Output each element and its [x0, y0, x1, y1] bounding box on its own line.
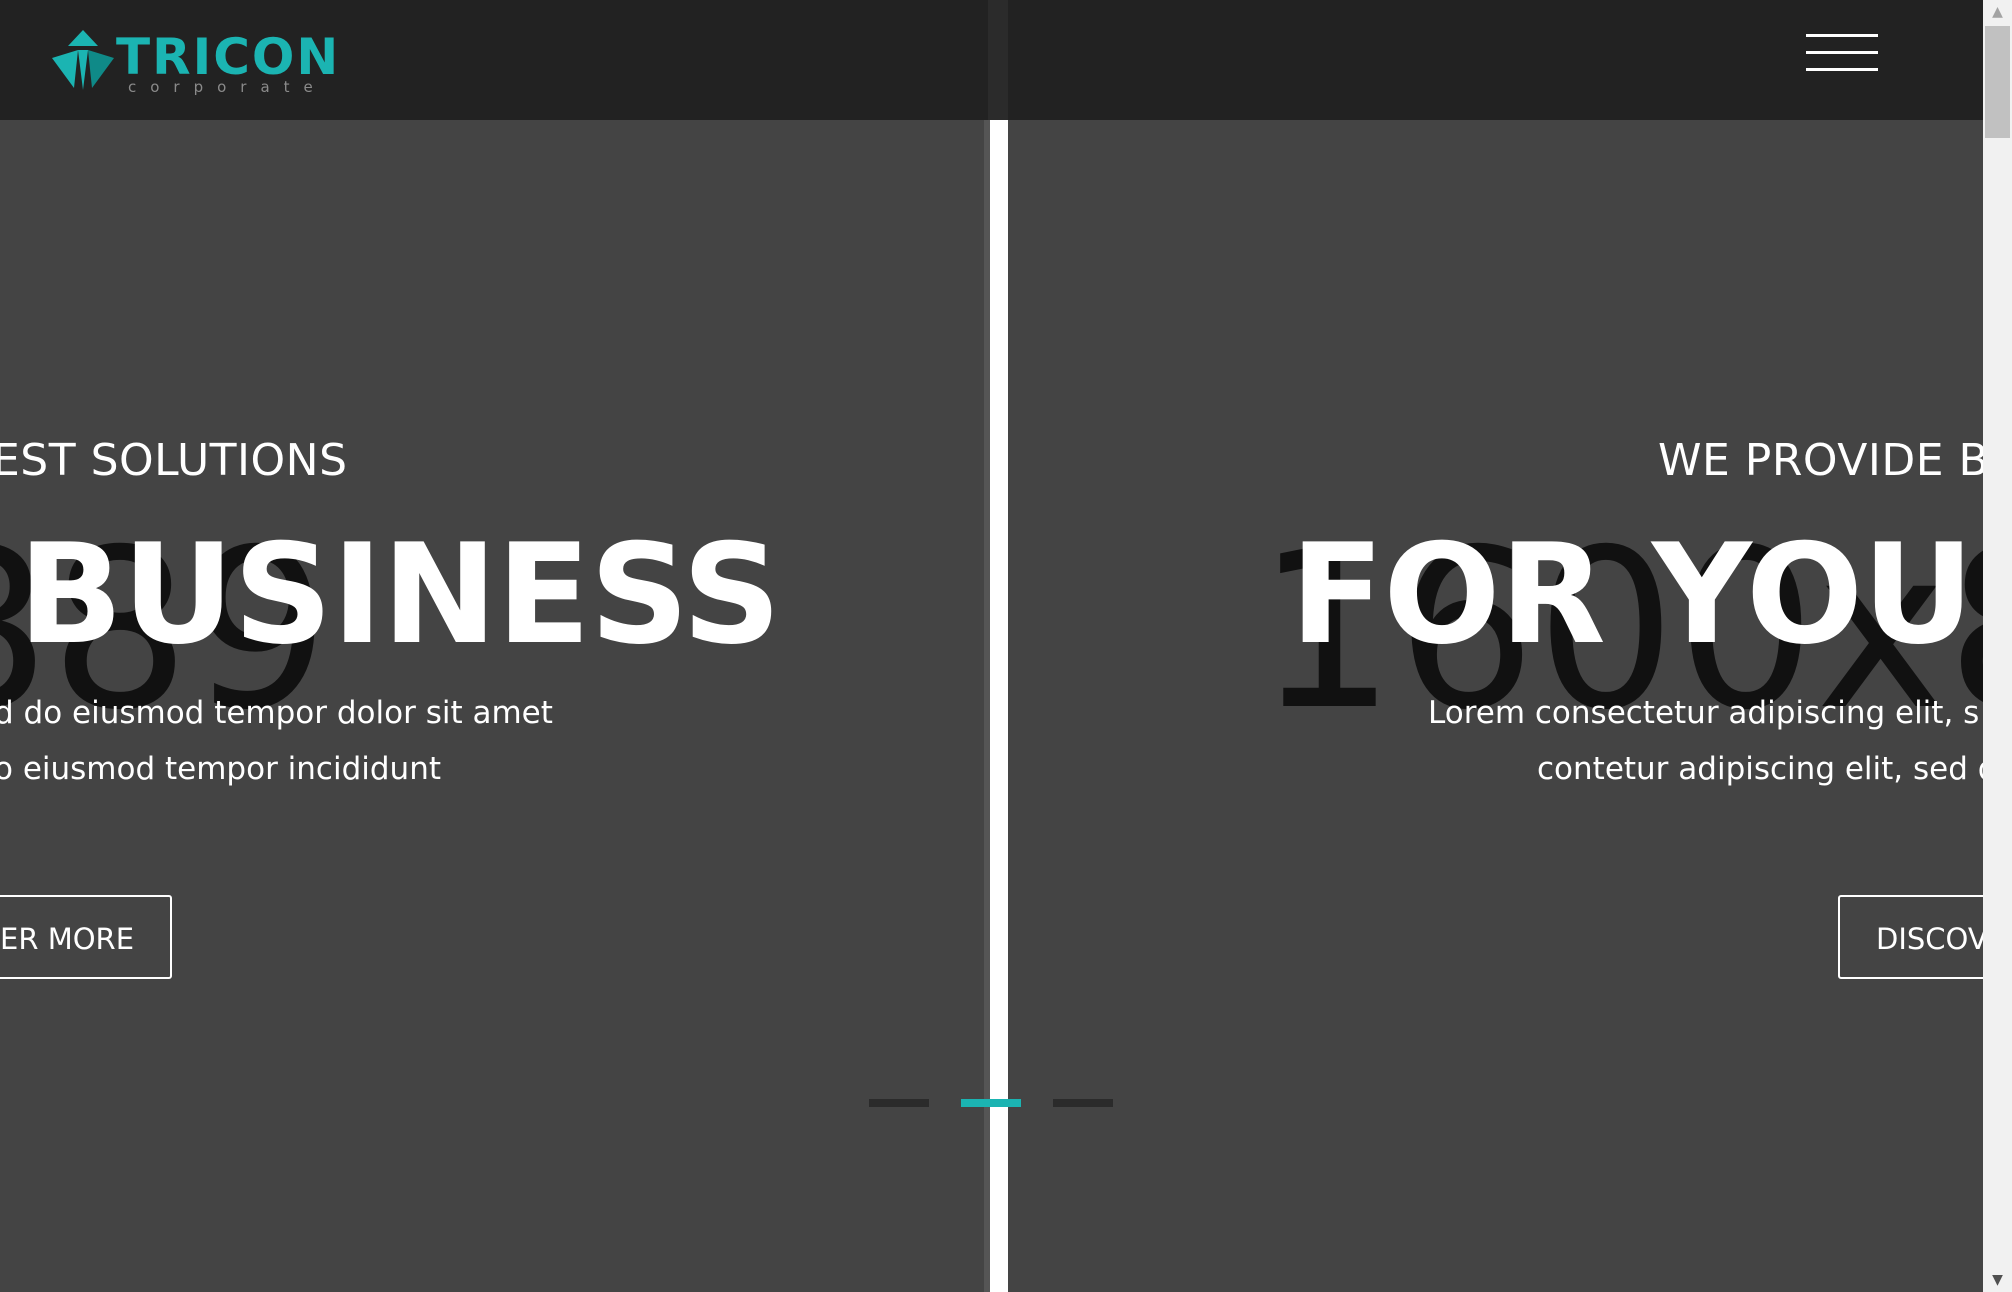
hamburger-icon: [1806, 34, 1878, 37]
page-viewport: 889 EST SOLUTIONS BUSINESS d do eiusmod …: [0, 0, 1983, 1292]
slider-pagination: [869, 1099, 1114, 1107]
vertical-scrollbar[interactable]: ▲ ▼: [1983, 0, 2012, 1292]
slide-description-line-1: d do eiusmod tempor dolor sit amet: [0, 695, 553, 731]
slide-next: 1600x8 WE PROVIDE B FOR YOUR Lorem conse…: [1008, 120, 1983, 1292]
logo-wordmark: TRICON: [116, 28, 341, 86]
slide-headline: FOR YOUR: [1290, 514, 1983, 675]
slide-headline: BUSINESS: [18, 514, 781, 675]
brand-logo[interactable]: TRICON corporate: [50, 28, 338, 98]
scroll-down-arrow-icon[interactable]: ▼: [1983, 1268, 2012, 1292]
slide-divider: [990, 120, 1008, 1292]
slide-cta-button[interactable]: ER MORE: [0, 895, 173, 979]
logo-tagline: corporate: [128, 78, 327, 96]
slide-cta-button[interactable]: DISCOV: [1838, 895, 1983, 979]
slider-dot-1[interactable]: [869, 1099, 929, 1107]
slide-description-line-1: Lorem consectetur adipiscing elit, s: [1428, 695, 1980, 731]
slide-previous: 889 EST SOLUTIONS BUSINESS d do eiusmod …: [0, 120, 988, 1292]
slide-kicker: WE PROVIDE B: [1658, 435, 1983, 486]
hamburger-menu-button[interactable]: [1806, 34, 1878, 74]
hamburger-icon: [1806, 68, 1878, 71]
slider-dot-2-active[interactable]: [961, 1099, 1021, 1107]
slider-dot-3[interactable]: [1053, 1099, 1113, 1107]
header-divider-shade: [988, 0, 1008, 120]
slide-description-line-2: o eiusmod tempor incididunt: [0, 751, 442, 787]
logo-mark-icon: [52, 30, 114, 90]
slide-description-line-2: contetur adipiscing elit, sed d: [1537, 751, 1983, 787]
site-header: TRICON corporate: [0, 0, 1983, 120]
slide-kicker: EST SOLUTIONS: [0, 435, 348, 486]
scroll-up-arrow-icon[interactable]: ▲: [1983, 0, 2012, 24]
scrollbar-thumb[interactable]: [1985, 26, 2010, 138]
hamburger-icon: [1806, 51, 1878, 54]
